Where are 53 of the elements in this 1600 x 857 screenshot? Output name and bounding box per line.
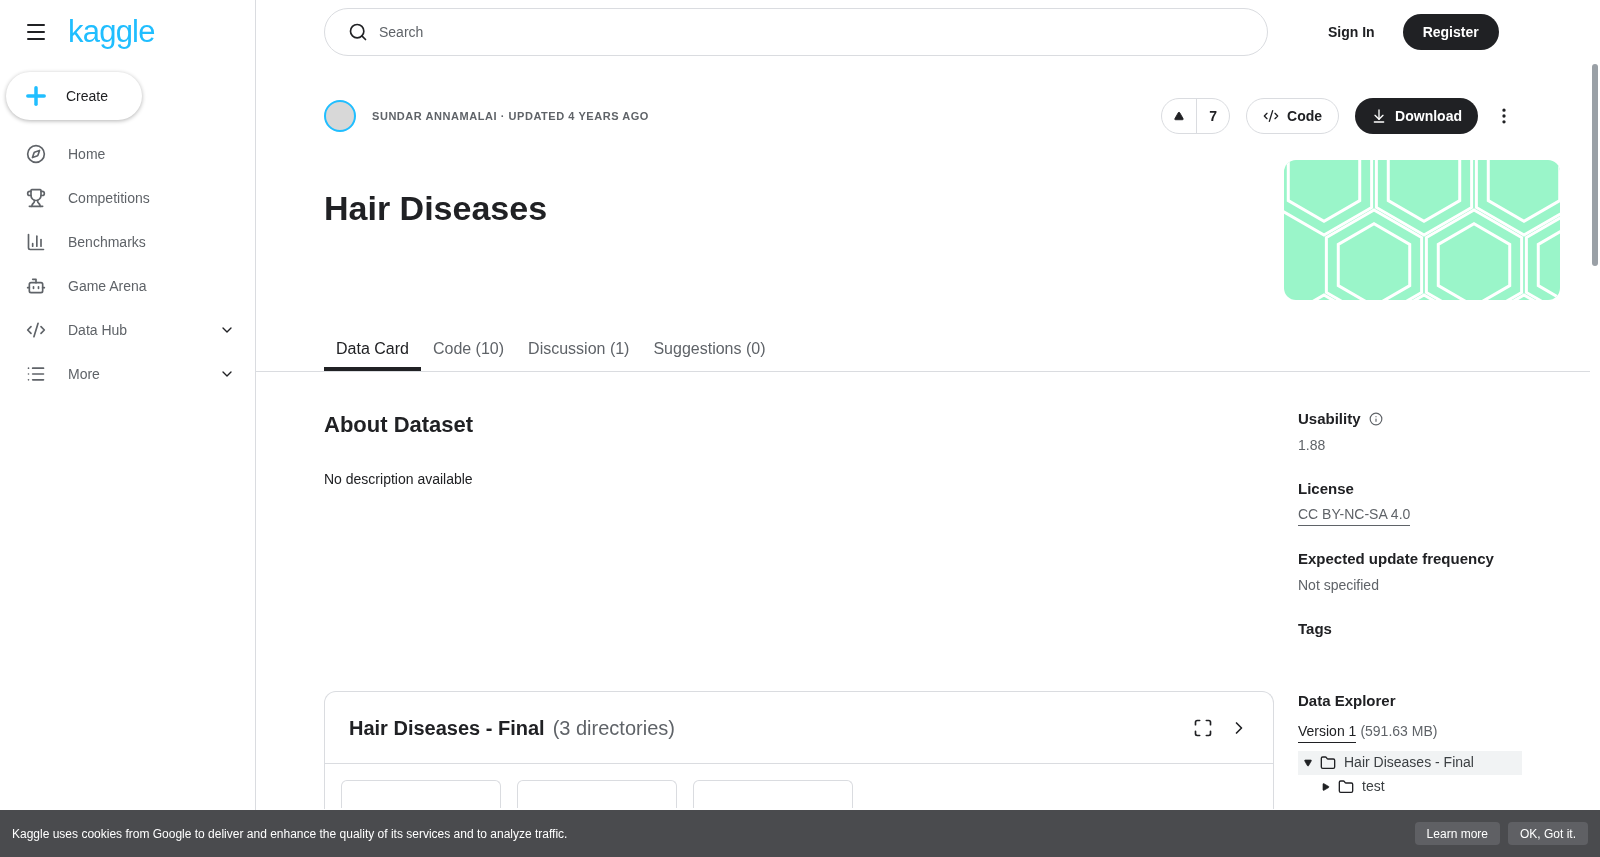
byline: SUNDAR ANNAMALAI · UPDATED 4 YEARS AGO xyxy=(372,108,649,124)
tab[interactable]: Discussion (1) xyxy=(516,331,642,371)
folder-icon xyxy=(1338,778,1354,795)
bar-chart-icon xyxy=(26,232,46,252)
cookie-button[interactable]: Learn more xyxy=(1414,822,1500,845)
metadata-label: License xyxy=(1298,478,1354,499)
license-link[interactable]: CC BY-NC-SA 4.0 xyxy=(1298,504,1411,526)
search-icon xyxy=(348,22,368,42)
metadata-label: Usability xyxy=(1298,409,1361,429)
tree-item[interactable]: Hair Diseases - Final xyxy=(1298,750,1522,775)
dataset-title: Hair Diseases xyxy=(324,188,549,229)
description: No description available xyxy=(324,470,474,489)
search-field[interactable]: Search xyxy=(324,8,1268,56)
code-icon xyxy=(1263,108,1280,124)
metadata-label: Expected update frequency xyxy=(1298,549,1494,569)
dataset-size: (591.63 MB) xyxy=(1360,721,1438,741)
sidebar-item[interactable]: Competitions xyxy=(0,176,255,220)
info-icon[interactable] xyxy=(1368,412,1383,427)
code-icon xyxy=(26,320,46,340)
metadata-value: 1.88 xyxy=(1298,435,1327,455)
section-heading: About Dataset xyxy=(324,411,475,439)
sidebar-item[interactable]: Data Hub xyxy=(0,308,255,352)
upvote-icon xyxy=(1174,111,1185,121)
cookie-text: Kaggle uses cookies from Google to deliver and enhance the quality of its services and to analyze traffic. xyxy=(12,825,569,843)
download-button[interactable]: Download xyxy=(1355,98,1478,134)
section-heading: Data Explorer xyxy=(1298,691,1397,711)
folder-icon xyxy=(1320,754,1336,771)
directory-count: (3 directories) xyxy=(552,715,676,741)
trophy-icon xyxy=(26,188,46,208)
tab[interactable]: Data Card xyxy=(324,331,421,371)
fullscreen-icon[interactable] xyxy=(1193,717,1213,738)
register-button[interactable]: Register xyxy=(1402,14,1499,50)
list-icon xyxy=(26,364,46,384)
panel-title: Hair Diseases - Final xyxy=(349,715,545,741)
upvote-count: 7 xyxy=(1196,99,1230,133)
tree-item[interactable]: test xyxy=(1298,774,1522,799)
sidebar-item[interactable]: Benchmarks xyxy=(0,220,255,264)
scrollbar[interactable] xyxy=(1592,64,1598,266)
robot-icon xyxy=(26,276,46,296)
tab[interactable]: Suggestions (0) xyxy=(641,331,778,371)
caret-down-icon xyxy=(1304,758,1312,767)
tab[interactable]: Code (10) xyxy=(420,331,517,371)
metadata-value: Not specified xyxy=(1298,575,1380,595)
sidebar-item[interactable]: Game Arena xyxy=(0,264,255,308)
sidebar-item[interactable]: Home xyxy=(0,132,255,176)
caret-right-icon xyxy=(1322,782,1330,791)
compass-icon xyxy=(26,144,46,164)
sign-in-button[interactable]: Sign In xyxy=(1316,14,1387,50)
sidebar-item[interactable]: More xyxy=(0,352,255,396)
metadata-label: Tags xyxy=(1298,618,1332,639)
create-button[interactable]: Create xyxy=(6,72,142,120)
version-link[interactable]: Version 1 xyxy=(1298,720,1357,743)
cookie-button[interactable]: OK, Got it. xyxy=(1508,822,1588,845)
